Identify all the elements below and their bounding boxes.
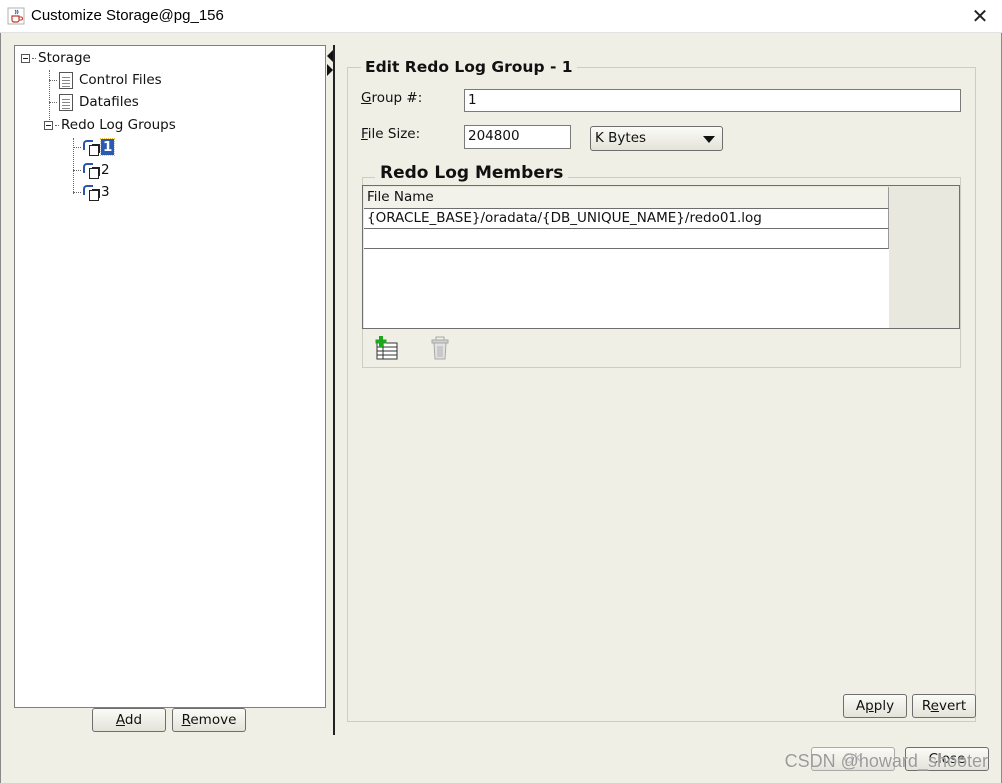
redo-log-members-title: Redo Log Members [375, 163, 569, 183]
tree-node-group-1[interactable]: 1 [73, 137, 116, 157]
split-pane-divider[interactable] [326, 45, 335, 735]
add-button-label: dd [124, 712, 143, 728]
members-table-body: File Name {ORACLE_BASE}/oradata/{DB_UNIQ… [364, 187, 889, 328]
tree-node-group-3-label: 3 [101, 184, 110, 200]
size-unit-select[interactable]: K Bytes [590, 126, 723, 151]
redo-log-group-icon [83, 162, 99, 179]
tree-node-control-files[interactable]: Control Files [49, 70, 162, 90]
add-button-mnemonic: A [115, 712, 125, 728]
file-size-label: File Size: [361, 126, 420, 142]
tree-node-control-files-label: Control Files [79, 72, 162, 88]
tree-dots [73, 191, 81, 193]
size-label-text: ile Size: [367, 126, 421, 142]
table-row[interactable] [364, 229, 889, 249]
window-close-icon[interactable]: ✕ [970, 6, 990, 26]
datafile-icon [59, 93, 73, 111]
tree-dots [32, 57, 36, 59]
tree-node-storage-label: Storage [38, 50, 91, 66]
revert-label-pre: R [921, 698, 931, 714]
revert-button[interactable]: Revert [912, 694, 976, 718]
watermark-text: CSDN @howard_shooter [784, 751, 988, 771]
collapse-icon[interactable] [44, 120, 53, 130]
trash-icon[interactable] [427, 335, 453, 361]
edit-group-title: Edit Redo Log Group - 1 [361, 58, 577, 76]
table-row[interactable]: {ORACLE_BASE}/oradata/{DB_UNIQUE_NAME}/r… [364, 209, 889, 229]
tree-dots [73, 169, 81, 171]
tree-node-group-2[interactable]: 2 [73, 160, 110, 180]
collapse-icon[interactable] [21, 53, 30, 63]
control-file-icon [59, 71, 73, 89]
group-label-text: roup #: [371, 90, 423, 106]
remove-button[interactable]: Remove [172, 708, 246, 732]
java-cup-icon [7, 7, 25, 25]
apply-label-rest: ply [873, 698, 895, 714]
revert-label-mnemonic: e [930, 698, 939, 714]
title-bar: Customize Storage@pg_156 ✕ [0, 0, 1002, 33]
size-unit-value: K Bytes [595, 130, 647, 146]
remove-button-label: emove [190, 712, 237, 728]
tree-dots [49, 79, 57, 81]
chevron-down-icon [703, 136, 715, 143]
file-size-input[interactable]: 204800 [464, 125, 571, 149]
revert-label-rest: vert [938, 698, 967, 714]
add-button[interactable]: Add [92, 708, 166, 732]
tree-node-datafiles[interactable]: Datafiles [49, 92, 139, 112]
tree-node-group-1-label: 1 [99, 138, 116, 156]
redo-log-group-icon [83, 139, 99, 156]
redo-log-group-icon [83, 184, 99, 201]
tree-dots [55, 124, 59, 126]
storage-tree[interactable]: Storage Control Files Datafiles Redo Log… [14, 45, 326, 708]
divider-bar[interactable] [333, 45, 335, 735]
group-number-input[interactable]: 1 [464, 89, 961, 112]
file-name-column-header[interactable]: File Name [364, 187, 889, 209]
tree-dots [73, 146, 81, 148]
apply-button[interactable]: Apply [843, 694, 907, 718]
tree-node-datafiles-label: Datafiles [79, 94, 139, 110]
tree-node-redo-log-groups-label: Redo Log Groups [61, 117, 176, 133]
tree-node-redo-log-groups[interactable]: Redo Log Groups [44, 115, 176, 135]
group-number-label: Group #: [361, 90, 422, 106]
members-table[interactable]: File Name {ORACLE_BASE}/oradata/{DB_UNIQ… [362, 185, 960, 329]
size-label-mnemonic: F [361, 126, 368, 142]
apply-label-pre: A [855, 698, 866, 714]
window-title: Customize Storage@pg_156 [31, 7, 224, 24]
add-row-icon[interactable] [373, 335, 399, 361]
tree-node-storage[interactable]: Storage [21, 48, 91, 68]
apply-label-mnemonic: p [865, 698, 874, 714]
tree-node-group-2-label: 2 [101, 162, 110, 178]
tree-node-group-3[interactable]: 3 [73, 182, 110, 202]
group-label-mnemonic: G [361, 90, 372, 106]
tree-dots [49, 101, 57, 103]
